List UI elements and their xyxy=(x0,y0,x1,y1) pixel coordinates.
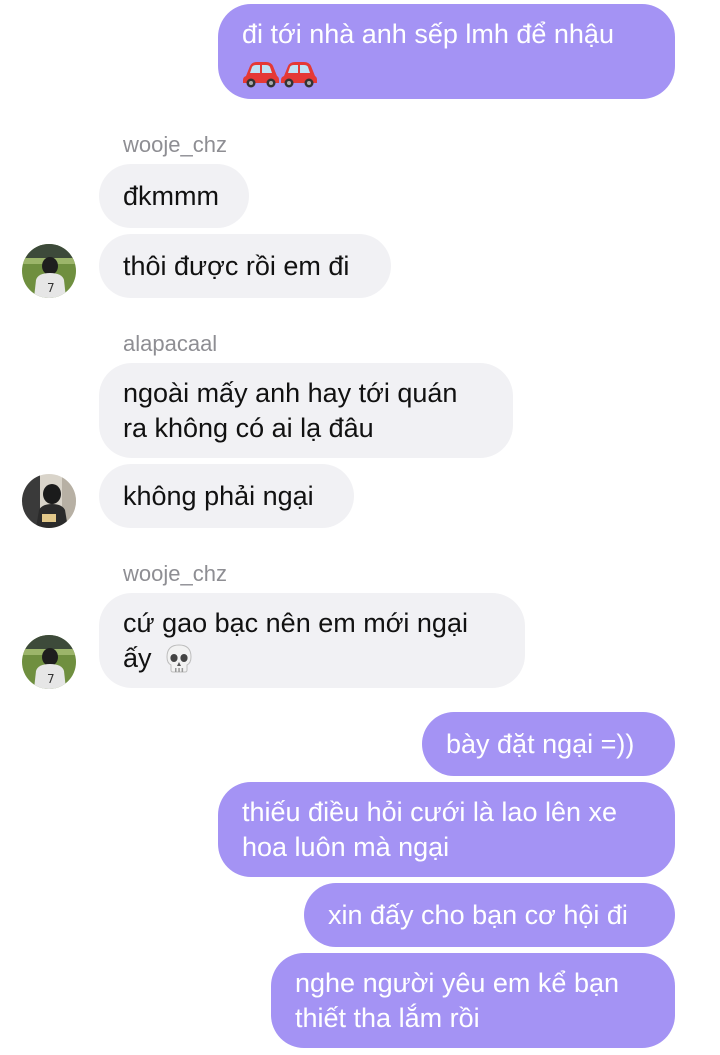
message-text: ngoài mấy anh hay tới quán xyxy=(123,377,458,408)
incoming-message-bubble[interactable]: không phải ngại xyxy=(99,464,354,528)
outgoing-message-bubble[interactable]: thiếu điều hỏi cưới là lao lên xe hoa lu… xyxy=(218,782,675,877)
outgoing-message-bubble[interactable]: nghe người yêu em kể bạn thiết tha lắm r… xyxy=(271,953,675,1048)
message-text: thiếu điều hỏi cưới là lao lên xe xyxy=(242,796,618,827)
message-text-line2: ấy xyxy=(123,641,468,676)
message-text: nghe người yêu em kể bạn xyxy=(295,967,619,998)
avatar[interactable] xyxy=(22,474,76,528)
message-text: xin đấy cho bạn cơ hội đi xyxy=(328,899,628,930)
avatar-photo xyxy=(22,474,76,528)
sender-name: wooje_chz xyxy=(123,561,227,586)
skull-icon xyxy=(166,644,192,673)
sender-name: alapacaal xyxy=(123,331,218,356)
red-car-icon xyxy=(281,61,317,88)
avatar-photo: 7 xyxy=(22,635,76,689)
sender-name: wooje_chz xyxy=(123,132,227,157)
incoming-message-bubble[interactable]: thôi được rồi em đi xyxy=(99,234,391,298)
message-text: đkmmm xyxy=(123,180,219,211)
avatar[interactable]: 7 xyxy=(22,244,76,298)
message-text: bày đặt ngại =)) xyxy=(446,728,635,759)
avatar[interactable]: 7 xyxy=(22,635,76,689)
message-text-line2: ra không có ai lạ đâu xyxy=(123,412,374,443)
outgoing-message-bubble[interactable]: xin đấy cho bạn cơ hội đi xyxy=(304,883,675,947)
message-text: cứ gao bạc nên em mới ngại xyxy=(123,607,468,638)
message-text-line2-text: ấy xyxy=(123,642,152,673)
incoming-message-bubble[interactable]: ngoài mấy anh hay tới quán ra không có a… xyxy=(99,363,513,458)
message-text: không phải ngại xyxy=(123,480,314,511)
message-text-line2: hoa luôn mà ngại xyxy=(242,831,450,862)
message-emoji-line xyxy=(242,53,614,88)
incoming-message-bubble[interactable]: đkmmm xyxy=(99,164,249,228)
outgoing-message-bubble[interactable]: đi tới nhà anh sếp lmh để nhậu xyxy=(218,4,675,99)
red-car-icon xyxy=(243,61,279,88)
svg-text:7: 7 xyxy=(47,672,55,686)
outgoing-message-bubble[interactable]: bày đặt ngại =)) xyxy=(422,712,675,776)
incoming-message-bubble[interactable]: cứ gao bạc nên em mới ngại ấy xyxy=(99,593,525,688)
avatar-photo: 7 xyxy=(22,244,76,298)
message-text-line2: thiết tha lắm rồi xyxy=(295,1002,480,1033)
message-text: thôi được rồi em đi xyxy=(123,250,350,281)
svg-text:7: 7 xyxy=(47,281,55,295)
message-text: đi tới nhà anh sếp lmh để nhậu xyxy=(242,19,614,49)
